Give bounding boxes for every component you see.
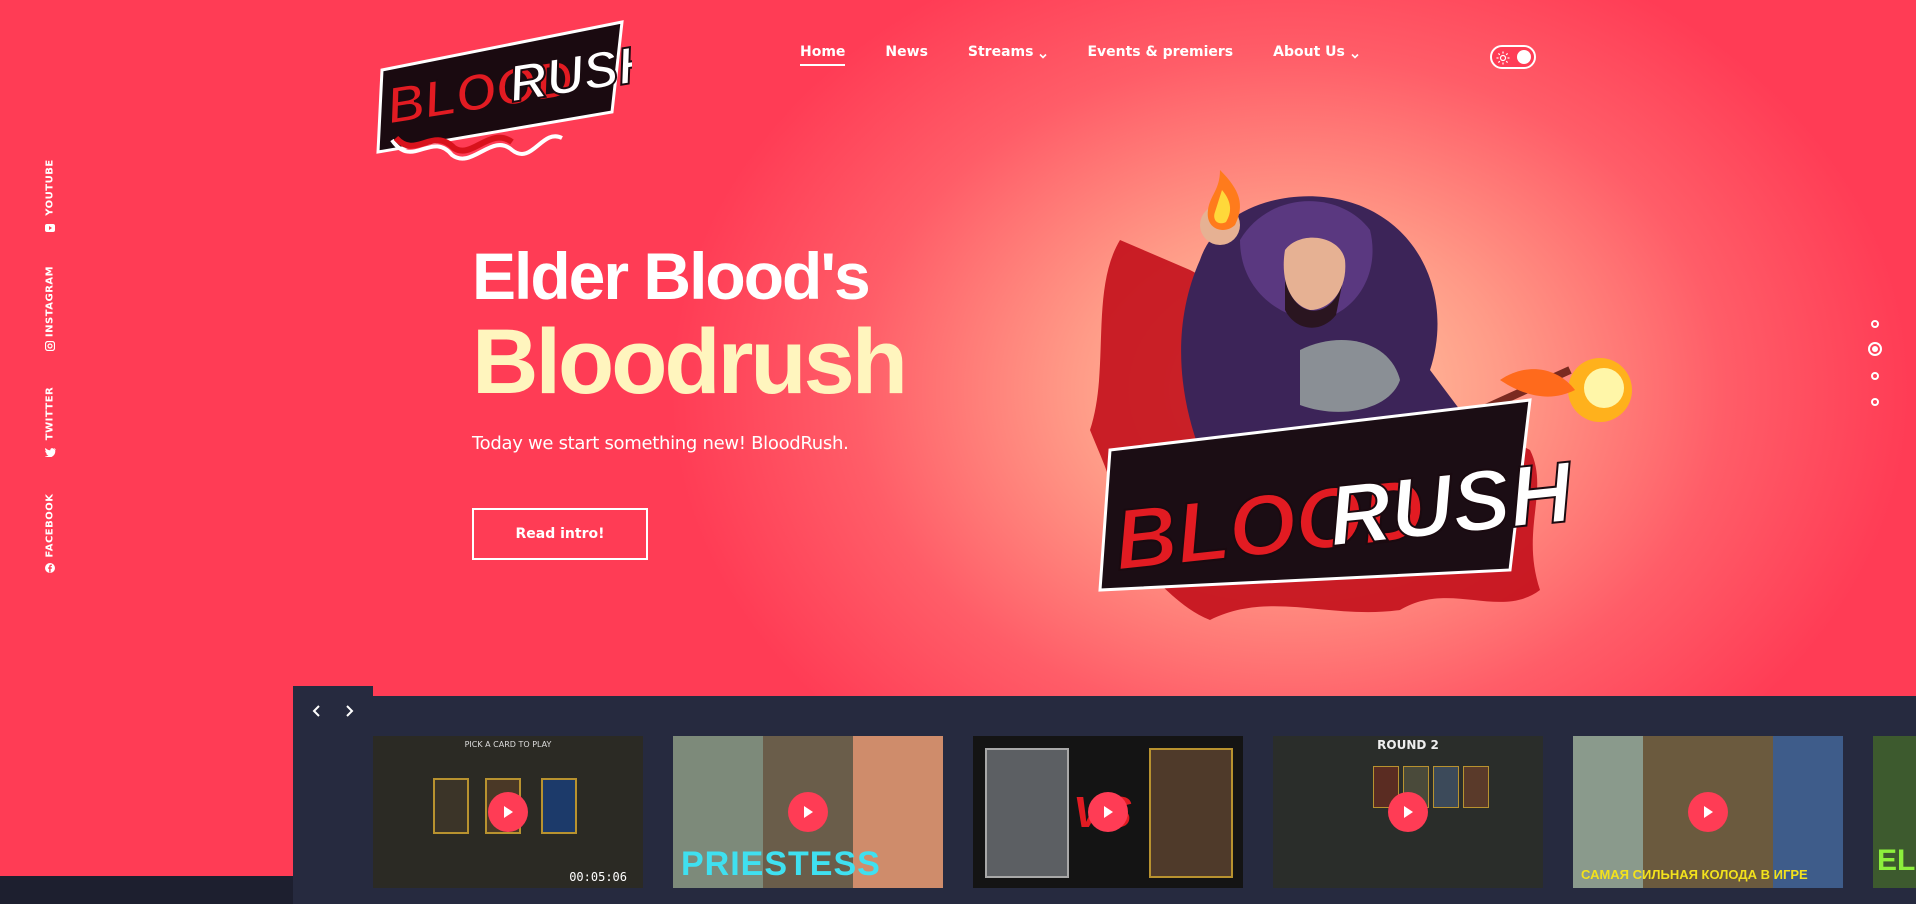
nav-label-news: News [885,44,928,60]
slider-dot[interactable] [1871,398,1879,406]
nav-label-home: Home [800,44,846,60]
nav-item-home[interactable]: Home [800,44,846,66]
hero-title-line2: Bloodrush [472,311,908,413]
read-intro-button[interactable]: Read intro! [472,508,648,560]
thumbnail-top-caption: ROUND 2 [1377,738,1439,752]
slider-dot[interactable] [1871,372,1879,380]
theme-toggle[interactable] [1490,45,1536,69]
card-shape [1433,766,1459,808]
social-label-twitter: TWITTER [44,386,56,441]
card-shape [1149,748,1233,878]
hero-subtitle: Today we start something new! BloodRush. [472,433,849,454]
social-label-youtube: YOUTUBE [44,159,56,216]
hero-title-line1: Elder Blood's [472,239,871,313]
thumbnail-caption: EL [1877,844,1916,877]
card-shape [541,778,577,834]
social-link-instagram[interactable]: INSTAGRAM [36,266,64,356]
twitter-icon [44,446,56,458]
thumbnail-top-caption: PICK A CARD TO PLAY [464,740,552,749]
chevron-right-icon[interactable] [337,699,361,723]
chevron-down-icon [1039,48,1048,59]
mascot-illustration: BLOOD RUSH [1090,170,1632,620]
social-link-facebook[interactable]: FACEBOOK [36,490,64,580]
slider-pagination [1868,320,1882,420]
card-shape [433,778,469,834]
thumbnail-caption: PRIESTESS [681,845,881,883]
thumbnail-panel [1773,736,1843,888]
video-thumbnail[interactable]: САМАЯ СИЛЬНАЯ КОЛОДА В ИГРЕ [1573,736,1843,888]
toggle-knob [1517,50,1531,64]
hero-mascot: BLOOD RUSH [1070,150,1650,630]
social-label-instagram: INSTAGRAM [44,265,56,338]
nav-item-streams[interactable]: Streams [968,44,1048,60]
play-button[interactable] [1088,792,1128,832]
play-button[interactable] [1688,792,1728,832]
facebook-icon [44,562,56,574]
nav-item-news[interactable]: News [885,44,927,60]
social-label-facebook: FACEBOOK [44,493,56,558]
video-thumbnail[interactable]: VS [973,736,1243,888]
play-button[interactable] [788,792,828,832]
social-link-youtube[interactable]: YOUTUBE [36,159,64,236]
nav-item-events[interactable]: Events & premiers [1087,44,1233,60]
video-thumbnail[interactable]: PICK A CARD TO PLAY 00:05:06 [373,736,643,888]
video-thumbnail[interactable]: EL [1873,736,1916,888]
play-button[interactable] [1388,792,1428,832]
sun-icon [1496,50,1510,65]
footer-strip [0,876,293,904]
play-button[interactable] [488,792,528,832]
nav-label-streams: Streams [967,44,1034,60]
card-shape [1463,766,1489,808]
nav-label-about: About Us [1273,44,1345,60]
main-nav: Home News Streams Events & premiers Abou… [800,44,1359,66]
video-thumbnail[interactable]: ROUND 2 [1273,736,1543,888]
video-thumbnail[interactable]: PRIESTESS [673,736,943,888]
carousel-arrows [293,686,373,736]
site-logo[interactable]: BLOOD RUSH [372,20,632,162]
video-duration: 00:05:06 [569,870,627,884]
slider-dot-active[interactable] [1868,342,1882,356]
youtube-icon [44,222,56,234]
chevron-down-icon [1351,48,1359,59]
card-shape [985,748,1069,878]
chevron-left-icon[interactable] [305,699,329,723]
fireball-core [1584,368,1624,408]
thumbnail-panel [1573,736,1643,888]
slider-dot[interactable] [1871,320,1879,328]
nav-label-events: Events & premiers [1087,44,1234,60]
bloodrush-logo-graphic: BLOOD RUSH [376,20,632,161]
social-link-twitter[interactable]: TWITTER [36,384,64,468]
thumbnail-caption: САМАЯ СИЛЬНАЯ КОЛОДА В ИГРЕ [1581,867,1808,882]
instagram-icon [44,340,56,352]
nav-item-about[interactable]: About Us [1273,44,1359,60]
